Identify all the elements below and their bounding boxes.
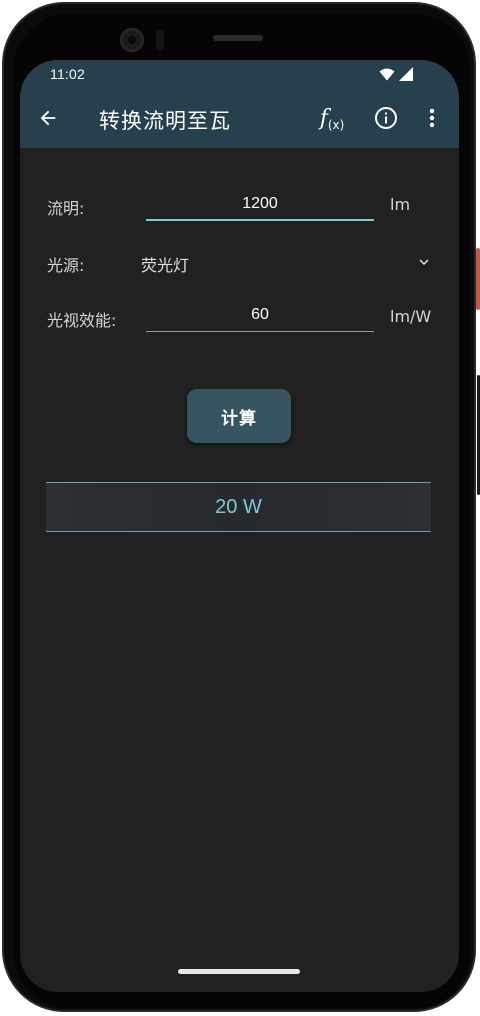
efficacy-label: 光视效能:	[47, 311, 117, 330]
calculate-button[interactable]: 计算	[187, 389, 291, 443]
status-bar: 11:02	[20, 60, 459, 88]
gesture-nav-handle[interactable]	[178, 969, 300, 974]
fx-x-glyph: (x)	[327, 117, 345, 132]
efficacy-unit: lm/W	[390, 307, 432, 326]
lumen-input[interactable]	[146, 189, 374, 219]
result-value: 20 W	[215, 495, 262, 518]
earpiece-speaker	[213, 35, 263, 41]
info-button[interactable]	[372, 102, 400, 134]
back-button[interactable]	[34, 104, 62, 132]
info-icon	[375, 107, 397, 129]
phone-frame: 11:02 转换流明至瓦 f(x) 流明: 1200 lm 光源: 荧光灯 光视…	[0, 0, 480, 1016]
power-button	[476, 248, 480, 310]
light-source-select[interactable]: 荧光灯	[141, 252, 189, 276]
status-icons	[379, 67, 413, 81]
page-title: 转换流明至瓦	[99, 109, 231, 133]
light-source-label: 光源:	[47, 256, 85, 275]
converter-form: 流明: lm 光源: 荧光灯 光视效能: lm/W 计算 20 W	[20, 148, 459, 992]
efficacy-input-underline	[146, 331, 374, 332]
proximity-sensor	[156, 30, 164, 50]
screen: 11:02 转换流明至瓦 f(x) 流明: 1200 lm 光源: 荧光灯 光视…	[20, 60, 459, 992]
cell-signal-icon	[399, 67, 413, 81]
status-time: 11:02	[50, 66, 85, 82]
app-bar: 转换流明至瓦 f(x)	[20, 88, 459, 148]
wifi-icon	[379, 68, 395, 80]
more-vert-icon	[429, 108, 435, 128]
lumen-input-underline	[146, 219, 374, 221]
chevron-down-icon[interactable]	[415, 253, 433, 271]
formula-button[interactable]: f(x)	[314, 102, 350, 134]
front-camera	[120, 28, 144, 52]
efficacy-input[interactable]	[146, 300, 374, 330]
function-fx-icon: f(x)	[319, 105, 345, 132]
lumen-unit: lm	[390, 195, 411, 214]
arrow-left-icon	[40, 110, 56, 126]
fx-f-glyph: f	[319, 105, 328, 131]
result-display: 20 W	[46, 482, 431, 532]
more-options-button[interactable]	[422, 102, 442, 134]
lumen-label: 流明:	[47, 199, 85, 218]
